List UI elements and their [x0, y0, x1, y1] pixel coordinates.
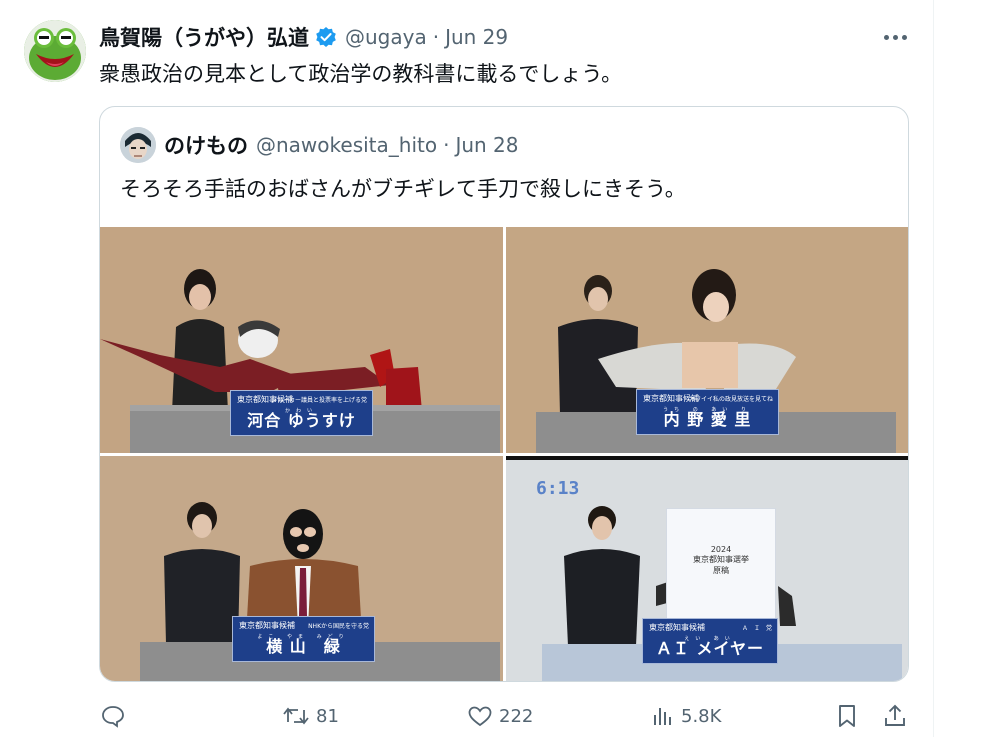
quote-date[interactable]: Jun 28 [455, 133, 518, 157]
tweet-text: 衆愚政治の見本として政治学の教科書に載るでしょう。 [99, 62, 623, 86]
author-avatar[interactable] [24, 20, 86, 82]
nameplate-party: カワイイ私の政見放送を見てね [688, 396, 773, 403]
ai-poster: 2024 東京都知事選挙 原稿 [666, 508, 776, 620]
reply-icon [102, 706, 124, 728]
nameplate-3: 東京都知事候補 NHKから国民を守る党 よこ やま みどり 横 山 緑 [232, 616, 375, 662]
bookmark-button[interactable] [835, 700, 859, 732]
tweet-header: 鳥賀陽（うがや）弘道 @ugaya · Jun 29 [99, 22, 508, 52]
more-button[interactable] [878, 24, 912, 50]
broadcast-clock: 6:13 [536, 478, 580, 499]
quote-author-handle[interactable]: @nawokesita_hito [256, 133, 437, 157]
header-separator: · [432, 25, 440, 49]
retweet-icon [283, 707, 309, 725]
nameplate-4: 東京都知事候補 Ａ Ｉ 党 えい あい ＡＩ メイヤー [642, 618, 778, 664]
share-icon [885, 704, 905, 726]
poster-title: 東京都知事選挙 [693, 555, 749, 564]
nameplate-name: 横 山 緑 [266, 637, 341, 656]
more-icon [883, 34, 889, 40]
retweet-button[interactable]: 81 [282, 700, 339, 732]
quote-author-avatar[interactable] [120, 127, 156, 163]
author-name[interactable]: 鳥賀陽（うがや）弘道 [99, 22, 309, 52]
retweet-count: 81 [316, 705, 339, 727]
nameplate-party: ジョーカー議員と投票率を上げる党 [270, 397, 367, 404]
like-count: 222 [499, 705, 534, 727]
views-button[interactable]: 5.8K [651, 700, 721, 732]
reply-button[interactable] [100, 700, 132, 732]
quote-tweet[interactable]: のけもの @nawokesita_hito · Jun 28 そろそろ手話のおば… [99, 106, 909, 682]
nameplate-office: 東京都知事候補 [649, 623, 705, 632]
page-divider [933, 0, 934, 737]
kermit-avatar-image [24, 20, 86, 82]
media-grid: 東京都知事候補 ジョーカー議員と投票率を上げる党 かわい 河合 ゆうすけ 東京都… [100, 227, 908, 681]
poster-subtitle: 原稿 [713, 566, 729, 575]
more-icon-dot [901, 34, 907, 40]
quote-author-name[interactable]: のけもの [164, 130, 248, 160]
like-icon [468, 706, 492, 727]
quote-avatar-image [120, 127, 156, 163]
nameplate-party: NHKから国民を守る党 [308, 623, 369, 630]
verified-badge-icon [315, 26, 337, 48]
quote-text: そろそろ手話のおばさんがブチギレて手刀で殺しにきそう。 [120, 177, 686, 201]
nameplate-name: 内 野 愛 里 [663, 410, 752, 429]
quote-separator: · [443, 133, 450, 157]
tweet[interactable]: 鳥賀陽（うがや）弘道 @ugaya · Jun 29 衆愚政治の見本として政治学… [0, 0, 933, 737]
like-button[interactable]: 222 [467, 700, 533, 732]
share-button[interactable] [882, 700, 908, 732]
views-count: 5.8K [681, 705, 722, 727]
more-icon-dot [892, 34, 898, 40]
nameplate-1: 東京都知事候補 ジョーカー議員と投票率を上げる党 かわい 河合 ゆうすけ [230, 390, 373, 436]
tweet-actions: 81 222 5.8K [100, 700, 912, 732]
media-image-2[interactable]: 東京都知事候補 カワイイ私の政見放送を見てね うち の あい り 内 野 愛 里 [506, 227, 908, 453]
nameplate-2: 東京都知事候補 カワイイ私の政見放送を見てね うち の あい り 内 野 愛 里 [636, 389, 779, 435]
nameplate-name: ＡＩ メイヤー [655, 639, 765, 658]
nameplate-office: 東京都知事候補 [239, 621, 295, 630]
nameplate-party: Ａ Ｉ 党 [741, 625, 772, 632]
tweet-date[interactable]: Jun 29 [445, 25, 508, 49]
views-icon [654, 708, 671, 725]
media-image-3[interactable]: 東京都知事候補 NHKから国民を守る党 よこ やま みどり 横 山 緑 [100, 456, 503, 681]
nameplate-name: 河合 ゆうすけ [247, 411, 356, 430]
author-handle[interactable]: @ugaya [345, 25, 427, 49]
poster-year: 2024 [710, 545, 732, 554]
bookmark-icon [839, 705, 855, 727]
quote-header: のけもの @nawokesita_hito · Jun 28 [120, 127, 519, 163]
media-image-1[interactable]: 東京都知事候補 ジョーカー議員と投票率を上げる党 かわい 河合 ゆうすけ [100, 227, 503, 453]
media-image-4[interactable]: 6:13 2024 東京都知事選挙 原稿 東京都知事候補 Ａ Ｉ 党 えい あい… [506, 456, 908, 681]
